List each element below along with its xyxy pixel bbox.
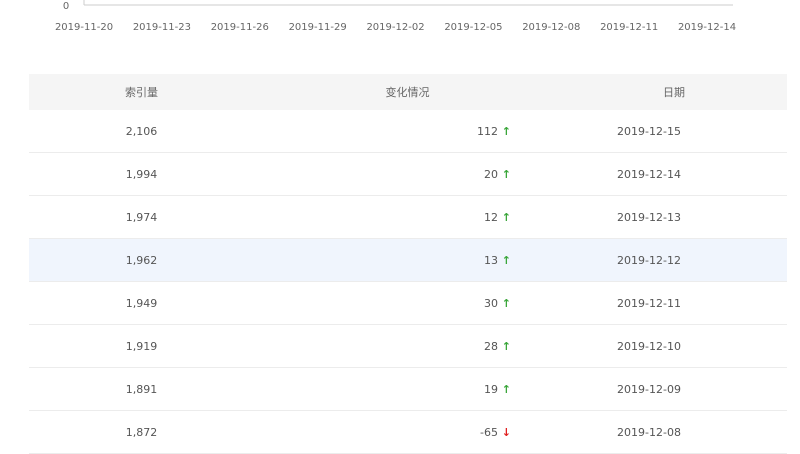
table-row[interactable]: 1,994 20 ↑ 2019-12-14 — [29, 153, 787, 196]
arrow-up-icon: ↑ — [501, 296, 511, 310]
table-row[interactable]: 1,872 -65 ↓ 2019-12-08 — [29, 411, 787, 454]
cell-change: 20 ↑ — [254, 168, 511, 181]
arrow-up-icon: ↑ — [501, 339, 511, 353]
table-header: 索引量 变化情况 日期 — [29, 74, 787, 110]
change-value: 12 — [484, 210, 498, 224]
cell-index-count: 2,106 — [125, 124, 158, 138]
arrow-down-icon: ↓ — [501, 425, 511, 439]
cell-change: 12 ↑ — [254, 211, 511, 224]
cell-date: 2019-12-10 — [617, 339, 681, 353]
x-tick-label: 2019-11-20 — [55, 22, 113, 33]
cell-index-count: 1,962 — [125, 253, 158, 267]
cell-date: 2019-12-14 — [617, 167, 681, 181]
table-row[interactable]: 1,919 28 ↑ 2019-12-10 — [29, 325, 787, 368]
cell-date: 2019-12-12 — [617, 253, 681, 267]
table-row[interactable]: 2,106 112 ↑ 2019-12-15 — [29, 110, 787, 153]
x-tick-label: 2019-12-02 — [366, 22, 424, 33]
x-tick-label: 2019-12-11 — [600, 22, 658, 33]
table-row[interactable]: 1,962 13 ↑ 2019-12-12 — [29, 239, 787, 282]
arrow-up-icon: ↑ — [501, 167, 511, 181]
index-table: 索引量 变化情况 日期 2,106 112 ↑ 2019-12-15 1,994 20 ↑ 2… — [29, 74, 787, 454]
index-trend-chart: 0 2019-11-20 2019-11-23 2019-11-26 2019-11-2… — [0, 0, 800, 40]
change-value: 20 — [484, 167, 498, 181]
change-value: 112 — [477, 124, 498, 138]
cell-index-count: 1,872 — [125, 425, 158, 439]
x-tick-label: 2019-12-14 — [678, 22, 736, 33]
x-tick-label: 2019-11-29 — [289, 22, 347, 33]
change-value: 19 — [484, 382, 498, 396]
table-body: 2,106 112 ↑ 2019-12-15 1,994 20 ↑ 2019-12-14 1,9… — [29, 110, 787, 454]
cell-date: 2019-12-11 — [617, 296, 681, 310]
cell-date: 2019-12-08 — [617, 425, 681, 439]
x-tick-label: 2019-12-08 — [522, 22, 580, 33]
cell-index-count: 1,949 — [125, 296, 158, 310]
cell-change: 13 ↑ — [254, 254, 511, 267]
y-tick-label: 0 — [63, 1, 69, 12]
x-tick-label: 2019-11-26 — [211, 22, 269, 33]
cell-index-count: 1,994 — [125, 167, 158, 181]
cell-index-count: 1,974 — [125, 210, 158, 224]
change-value: 13 — [484, 253, 498, 267]
cell-date: 2019-12-13 — [617, 210, 681, 224]
table-row[interactable]: 1,949 30 ↑ 2019-12-11 — [29, 282, 787, 325]
header-index-count[interactable]: 索引量 — [29, 84, 254, 100]
arrow-up-icon: ↑ — [501, 253, 511, 267]
cell-change: 19 ↑ — [254, 383, 511, 396]
change-value: -65 — [480, 425, 498, 439]
cell-change: 28 ↑ — [254, 340, 511, 353]
header-change[interactable]: 变化情况 — [254, 84, 561, 100]
arrow-up-icon: ↑ — [501, 124, 511, 138]
arrow-up-icon: ↑ — [501, 210, 511, 224]
chart-axis: 0 2019-11-20 2019-11-23 2019-11-26 2019-11-2… — [55, 0, 736, 33]
change-value: 30 — [484, 296, 498, 310]
header-date[interactable]: 日期 — [561, 84, 787, 100]
table-row[interactable]: 1,891 19 ↑ 2019-12-09 — [29, 368, 787, 411]
arrow-up-icon: ↑ — [501, 382, 511, 396]
cell-date: 2019-12-15 — [617, 124, 681, 138]
cell-index-count: 1,891 — [125, 382, 158, 396]
cell-change: 112 ↑ — [254, 125, 511, 138]
table-row[interactable]: 1,974 12 ↑ 2019-12-13 — [29, 196, 787, 239]
cell-date: 2019-12-09 — [617, 382, 681, 396]
cell-index-count: 1,919 — [125, 339, 158, 353]
cell-change: -65 ↓ — [254, 426, 511, 439]
change-value: 28 — [484, 339, 498, 353]
x-tick-label: 2019-11-23 — [133, 22, 191, 33]
cell-change: 30 ↑ — [254, 297, 511, 310]
x-tick-label: 2019-12-05 — [444, 22, 502, 33]
